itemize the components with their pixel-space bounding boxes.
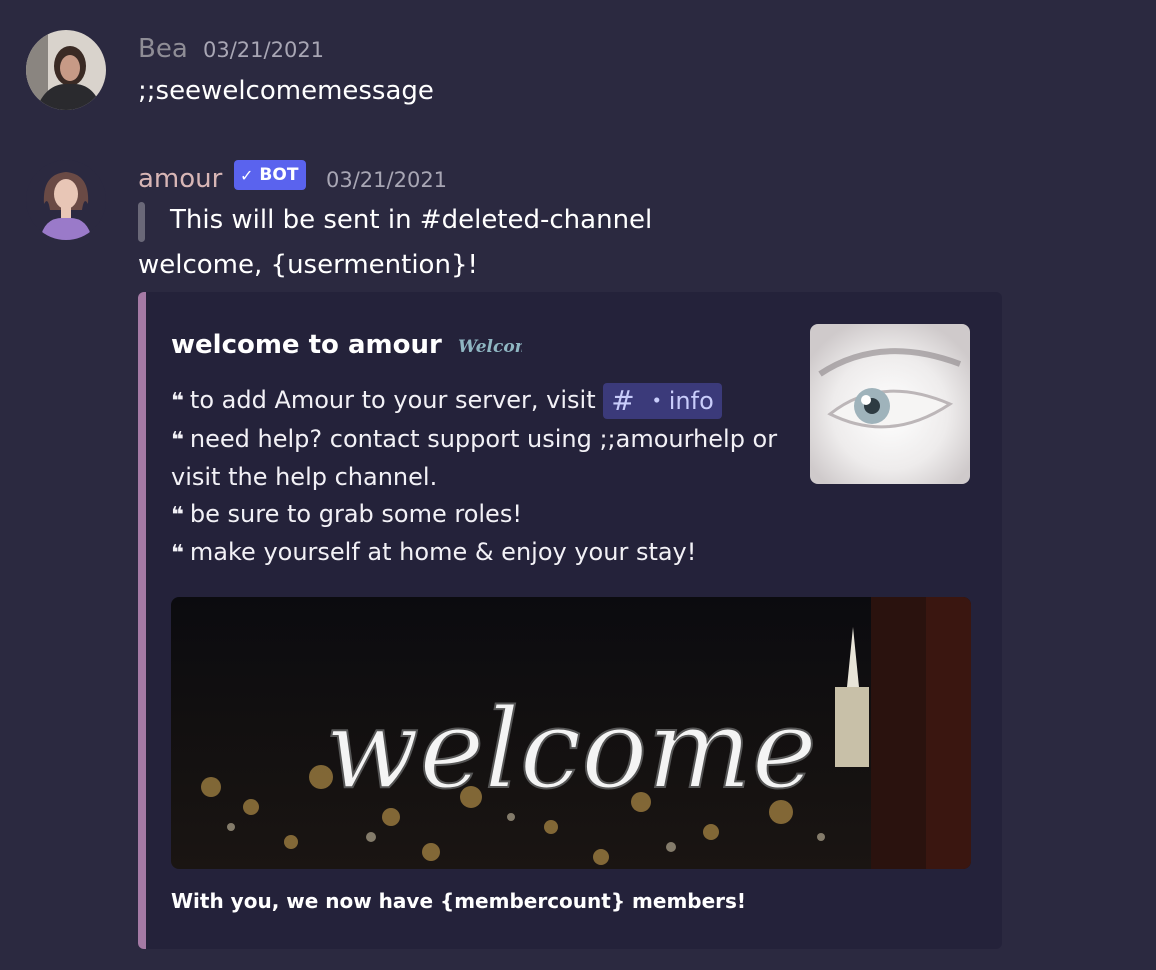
avatar-amour[interactable] xyxy=(26,160,106,240)
username-amour[interactable]: amour xyxy=(138,166,222,192)
embed-line: visit the help channel. xyxy=(171,463,438,491)
welcome-sticker-icon: Welcome xyxy=(458,337,522,357)
message-timestamp: 03/21/2021 xyxy=(203,38,325,62)
blockquote-bar xyxy=(138,202,145,242)
message-timestamp: 03/21/2021 xyxy=(326,168,448,192)
blockquote-text: This will be sent in #deleted-channel xyxy=(170,205,653,235)
channel-mention-label: ・info xyxy=(644,386,714,415)
checkmark-icon: ✓ xyxy=(240,165,254,185)
bot-badge: ✓ BOT xyxy=(234,160,307,190)
quote-icon: ❝ xyxy=(171,389,184,414)
hash-icon: # xyxy=(611,383,635,417)
embed-image[interactable]: welcome xyxy=(171,597,971,869)
embed-title-text: welcome to amour xyxy=(171,330,442,360)
embed-line: ❝ make yourself at home & enjoy your stay… xyxy=(171,538,697,566)
avatar-bea[interactable] xyxy=(26,30,106,110)
banner-welcome-text: welcome xyxy=(325,685,817,813)
username-bea[interactable]: Bea xyxy=(138,36,188,62)
message-content: welcome, {usermention}! xyxy=(138,250,478,280)
embed-title: welcome to amour Welcome xyxy=(171,330,522,360)
quote-icon: ❝ xyxy=(171,502,184,528)
embed-description: ❝ to add Amour to your server, visit # ・i… xyxy=(171,382,781,573)
channel-mention-info[interactable]: # ・info xyxy=(603,383,722,419)
svg-text:Welcome: Welcome xyxy=(458,337,522,357)
embed-line: ❝ need help? contact support using ;;amou… xyxy=(171,424,778,453)
embed-footer: With you, we now have {membercount} memb… xyxy=(171,889,747,913)
quote-icon: ❝ xyxy=(171,541,184,566)
quote-icon: ❝ xyxy=(171,427,184,453)
embed-line: ❝ be sure to grab some roles! xyxy=(171,499,522,528)
message-embed: welcome to amour Welcome ❝to add Amour t… xyxy=(138,292,1002,949)
bot-badge-label: BOT xyxy=(259,165,299,185)
message-content: ;;seewelcomemessage xyxy=(138,76,434,106)
embed-line: ❝ to add Amour to your server, visit # ・i… xyxy=(171,382,781,421)
embed-accent-bar xyxy=(138,292,146,949)
embed-thumbnail[interactable] xyxy=(810,324,970,484)
